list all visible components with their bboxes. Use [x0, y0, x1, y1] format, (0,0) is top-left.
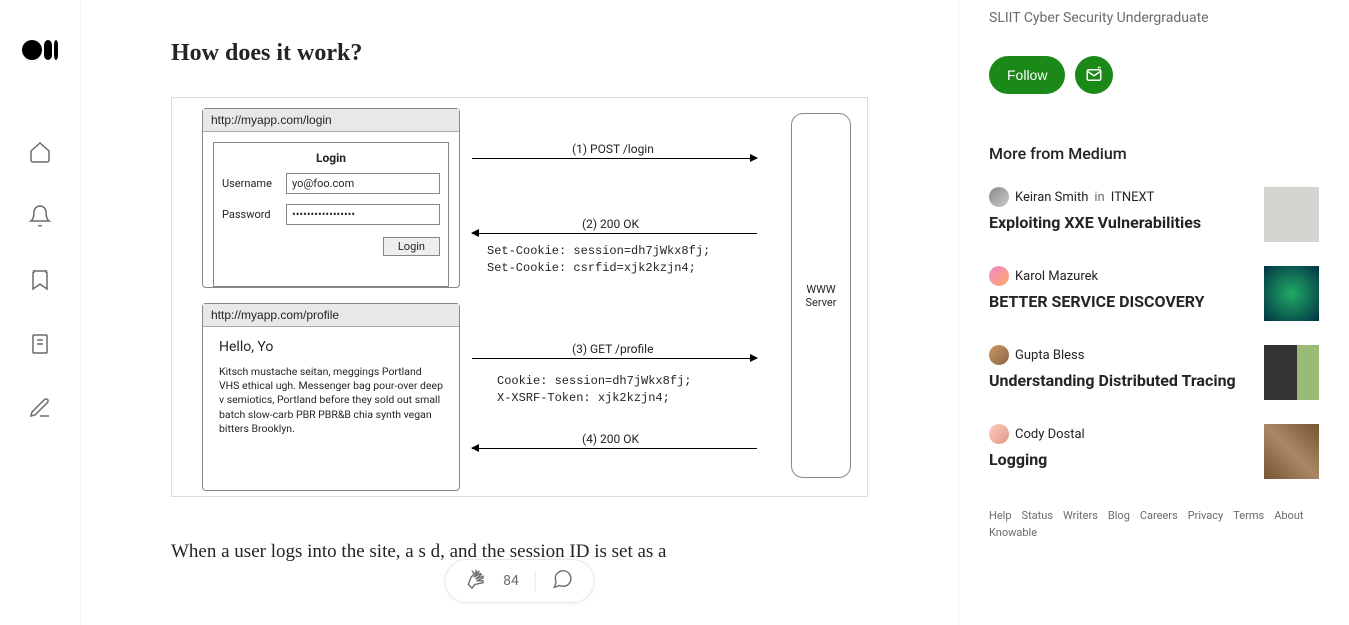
- avatar: [989, 345, 1009, 365]
- recommendation-item[interactable]: Cody Dostal Logging: [989, 424, 1319, 479]
- password-label: Password: [222, 208, 286, 221]
- arrow-3: [472, 358, 757, 359]
- arrow-3-label: (3) GET /profile: [572, 342, 653, 356]
- arrow-4: [472, 448, 757, 449]
- avatar: [989, 424, 1009, 444]
- footer-link[interactable]: Status: [1022, 509, 1053, 522]
- rec-title: BETTER SERVICE DISCOVERY: [989, 292, 1248, 313]
- server-label: WWW Server: [805, 283, 836, 309]
- clap-count: 84: [503, 573, 519, 589]
- footer-link[interactable]: Careers: [1140, 509, 1178, 522]
- stories-icon[interactable]: [28, 332, 52, 360]
- url-bar-login: http://myapp.com/login: [203, 109, 459, 132]
- footer-link[interactable]: Privacy: [1188, 509, 1224, 522]
- notifications-icon[interactable]: [28, 204, 52, 232]
- rec-title: Exploiting XXE Vulnerabilities: [989, 213, 1248, 234]
- subscribe-button[interactable]: [1075, 56, 1113, 94]
- rec-in: in: [1094, 190, 1104, 205]
- browser-profile: http://myapp.com/profile Hello, Yo Kitsc…: [202, 303, 460, 491]
- url-bar-profile: http://myapp.com/profile: [203, 304, 459, 327]
- rec-thumbnail: [1264, 424, 1319, 479]
- section-heading: How does it work?: [171, 40, 868, 67]
- write-icon[interactable]: [28, 396, 52, 424]
- recommendation-item[interactable]: Keiran Smith in ITNEXT Exploiting XXE Vu…: [989, 187, 1319, 242]
- rec-author: Keiran Smith: [1015, 190, 1088, 205]
- right-sidebar: SLIIT Cyber Security Undergraduate Follo…: [989, 0, 1349, 539]
- arrow-2: [472, 233, 757, 234]
- profile-lorem: Kitsch mustache seitan, meggings Portlan…: [219, 365, 443, 436]
- set-cookie-text: Set-Cookie: session=dh7jWkx8fj; Set-Cook…: [487, 243, 710, 277]
- comment-icon[interactable]: [552, 568, 574, 594]
- avatar: [989, 187, 1009, 207]
- login-form-title: Login: [222, 151, 440, 165]
- clap-bar: 84: [444, 559, 595, 603]
- avatar: [989, 266, 1009, 286]
- follow-button[interactable]: Follow: [989, 56, 1065, 94]
- article-main: How does it work? http://myapp.com/login…: [80, 0, 959, 625]
- arrow-2-label: (2) 200 OK: [582, 217, 639, 231]
- username-label: Username: [222, 177, 286, 190]
- logo-circle-large: [22, 40, 42, 60]
- login-button: Login: [383, 237, 440, 256]
- clap-icon[interactable]: [465, 568, 487, 594]
- password-field: •••••••••••••••••: [286, 204, 440, 225]
- rec-author: Karol Mazurek: [1015, 269, 1098, 284]
- server-box: WWW Server: [791, 113, 851, 478]
- arrow-1-label: (1) POST /login: [572, 142, 654, 156]
- username-field: yo@foo.com: [286, 173, 440, 194]
- rec-title: Logging: [989, 450, 1248, 471]
- clap-divider: [535, 571, 536, 591]
- cookie-header-text: Cookie: session=dh7jWkx8fj; X-XSRF-Token…: [497, 373, 691, 407]
- architecture-diagram: http://myapp.com/login Login Username yo…: [171, 97, 868, 497]
- author-bio: SLIIT Cyber Security Undergraduate: [989, 10, 1319, 26]
- medium-logo[interactable]: [22, 40, 58, 60]
- footer-link[interactable]: Knowable: [989, 526, 1037, 539]
- footer-link[interactable]: Help: [989, 509, 1012, 522]
- logo-circle-medium: [44, 40, 52, 60]
- login-form: Login Username yo@foo.com Password •••••…: [213, 142, 449, 287]
- arrow-4-label: (4) 200 OK: [582, 432, 639, 446]
- arrow-1: [472, 158, 757, 159]
- rec-title: Understanding Distributed Tracing: [989, 371, 1248, 392]
- rec-thumbnail: [1264, 187, 1319, 242]
- footer-link[interactable]: Terms: [1233, 509, 1264, 522]
- rec-thumbnail: [1264, 266, 1319, 321]
- profile-greeting: Hello, Yo: [219, 339, 443, 355]
- browser-login: http://myapp.com/login Login Username yo…: [202, 108, 460, 288]
- recommendation-item[interactable]: Gupta Bless Understanding Distributed Tr…: [989, 345, 1319, 400]
- rec-author: Cody Dostal: [1015, 427, 1085, 442]
- left-navigation: [0, 0, 80, 625]
- more-from-medium-heading: More from Medium: [989, 144, 1319, 163]
- rec-author: Gupta Bless: [1015, 348, 1084, 363]
- footer-link[interactable]: About: [1274, 509, 1303, 522]
- home-icon[interactable]: [28, 140, 52, 168]
- recommendation-item[interactable]: Karol Mazurek BETTER SERVICE DISCOVERY: [989, 266, 1319, 321]
- footer-link[interactable]: Blog: [1108, 509, 1130, 522]
- logo-circle-small: [54, 40, 58, 60]
- footer-links: Help Status Writers Blog Careers Privacy…: [989, 509, 1319, 539]
- bookmarks-icon[interactable]: [28, 268, 52, 296]
- footer-link[interactable]: Writers: [1063, 509, 1098, 522]
- rec-thumbnail: [1264, 345, 1319, 400]
- rec-publication: ITNEXT: [1111, 190, 1155, 205]
